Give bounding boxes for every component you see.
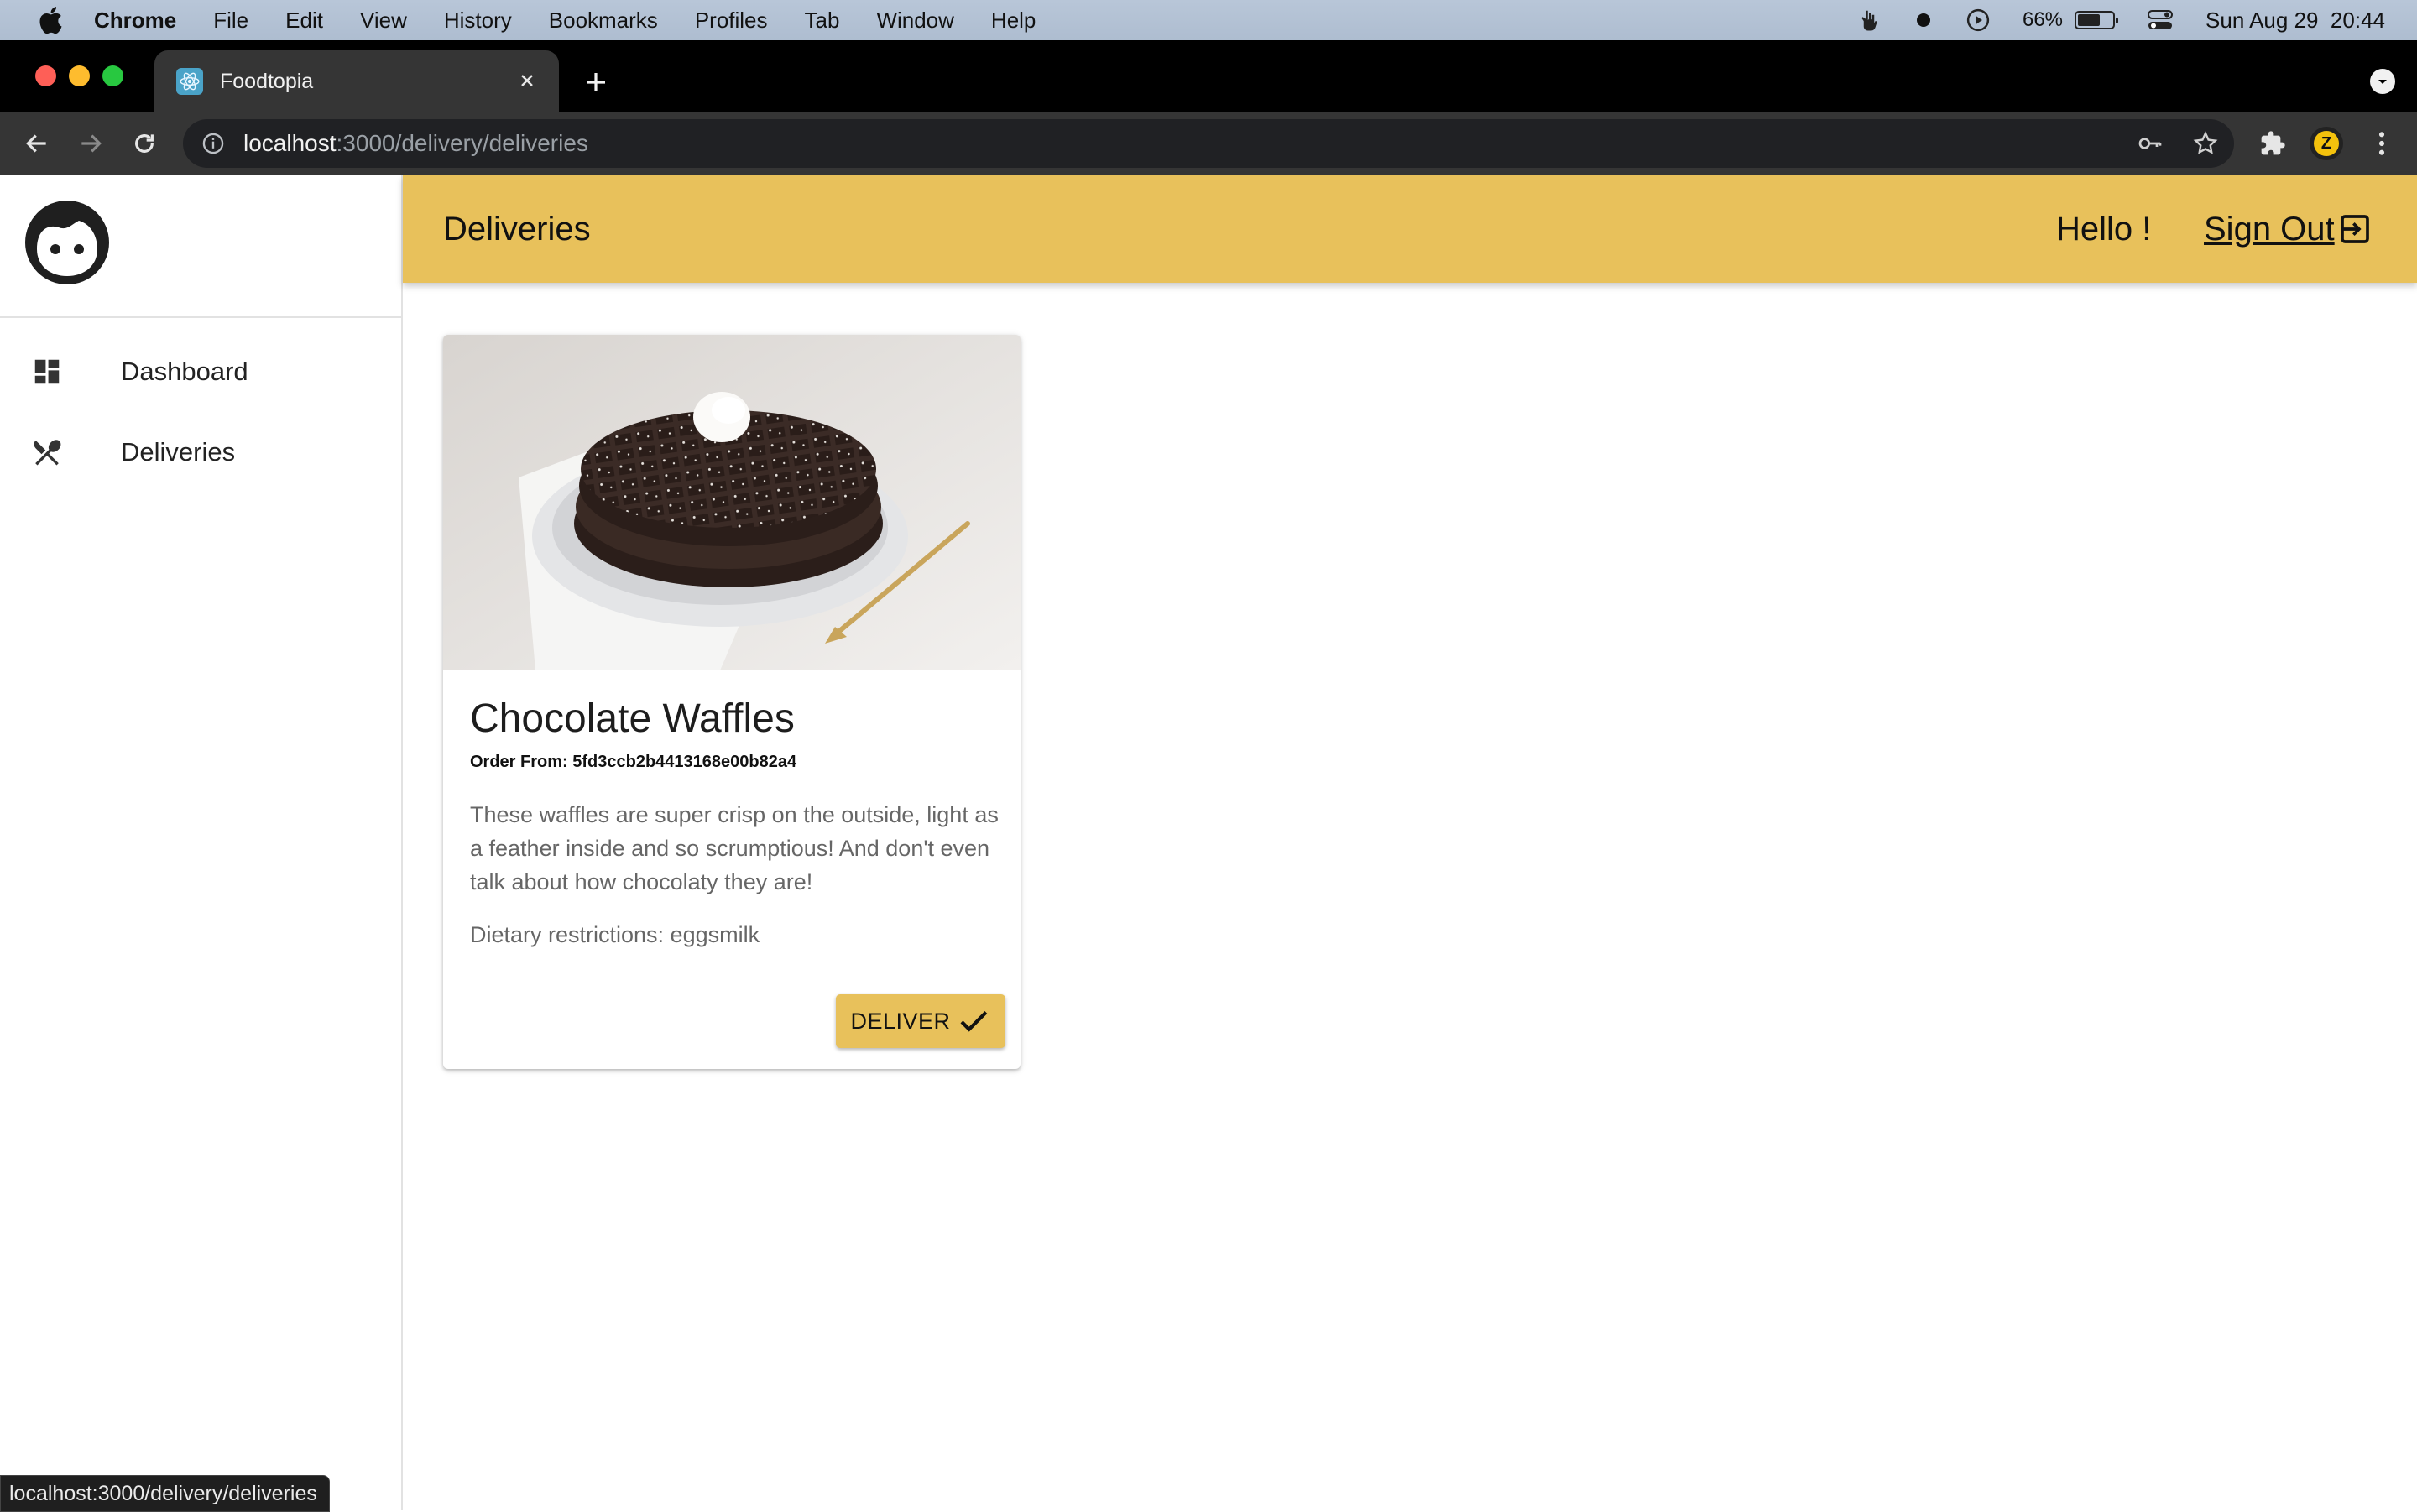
browser-tab-strip: Foodtopia — [0, 40, 2417, 112]
back-arrow-icon[interactable] — [20, 127, 54, 160]
order-from-text: Order From: 5fd3ccb2b4413168e00b82a4 — [470, 753, 797, 771]
extensions-puzzle-icon[interactable] — [2256, 127, 2289, 160]
exit-icon — [2340, 215, 2369, 243]
window-minimize-button[interactable] — [69, 65, 90, 86]
card-description: These waffles are super crisp on the out… — [470, 802, 999, 894]
window-close-button[interactable] — [35, 65, 56, 86]
delivery-card: Chocolate Waffles Order From: 5fd3ccb2b4… — [443, 335, 1021, 1069]
menu-profiles[interactable]: Profiles — [695, 8, 768, 34]
tab-search-icon[interactable] — [2370, 69, 2395, 94]
greeting-text: Hello ! — [2056, 210, 2152, 248]
app-header: Deliveries Hello ! Sign Out — [403, 175, 2417, 283]
sidebar: Dashboard Deliveries — [0, 175, 403, 1510]
card-title: Chocolate Waffles — [470, 696, 795, 741]
browser-tab-foodtopia[interactable]: Foodtopia — [154, 50, 559, 112]
foodtopia-logo-face-icon[interactable] — [23, 199, 111, 286]
profile-avatar[interactable]: Z — [2310, 127, 2343, 160]
url-host: localhost — [243, 130, 337, 156]
new-tab-icon[interactable] — [577, 64, 614, 101]
site-info-icon[interactable] — [201, 132, 225, 155]
menu-history[interactable]: History — [444, 8, 512, 34]
waffle-photo — [443, 335, 1021, 670]
tab-close-icon[interactable] — [514, 67, 540, 94]
menu-window[interactable]: Window — [876, 8, 953, 34]
macos-menu-bar: Chrome File Edit View History Bookmarks … — [0, 0, 2417, 40]
web-page: Dashboard Deliveries Deliveries Hello ! … — [0, 175, 2417, 1510]
menu-edit[interactable]: Edit — [285, 8, 323, 34]
fork-knife-icon — [29, 434, 65, 471]
sign-out-link[interactable]: Sign Out — [2204, 211, 2372, 248]
menu-app-name[interactable]: Chrome — [94, 8, 176, 34]
window-zoom-button[interactable] — [102, 65, 123, 86]
record-icon[interactable] — [1913, 10, 1934, 30]
page-title: Deliveries — [443, 210, 591, 248]
sign-out-label: Sign Out — [2204, 210, 2335, 248]
url-path: :3000/delivery/deliveries — [336, 130, 588, 156]
menu-tab[interactable]: Tab — [805, 8, 840, 34]
dashboard-icon — [29, 353, 65, 390]
deliver-button-label: DELIVER — [850, 1008, 951, 1034]
sidebar-item-deliveries[interactable]: Deliveries — [0, 412, 401, 493]
browser-toolbar: localhost :3000/delivery/deliveries Z — [0, 112, 2417, 175]
password-key-icon[interactable] — [2137, 130, 2164, 157]
menu-help[interactable]: Help — [991, 8, 1036, 34]
dietary-restrictions-text: Dietary restrictions: eggsmilk — [470, 922, 760, 947]
control-center-icon[interactable] — [2147, 8, 2174, 32]
menu-view[interactable]: View — [360, 8, 407, 34]
sidebar-item-label: Dashboard — [121, 357, 248, 386]
reload-icon[interactable] — [128, 127, 161, 160]
react-favicon-icon — [176, 68, 203, 95]
link-status-bar: localhost:3000/delivery/deliveries — [0, 1475, 330, 1512]
sidebar-item-label: Deliveries — [121, 437, 236, 467]
sidebar-item-dashboard[interactable]: Dashboard — [0, 331, 401, 412]
menubar-datetime[interactable]: Sun Aug 29 20:44 — [2206, 8, 2385, 34]
pointer-hand-icon[interactable] — [1856, 8, 1882, 33]
apple-icon[interactable] — [35, 3, 69, 37]
menubar-status-area: 66% Sun Aug 29 20:44 — [1856, 0, 2417, 40]
menu-file[interactable]: File — [213, 8, 248, 34]
address-bar[interactable]: localhost :3000/delivery/deliveries — [183, 119, 2234, 168]
play-icon[interactable] — [1965, 8, 1991, 33]
profile-initial: Z — [2314, 131, 2339, 156]
menu-bookmarks[interactable]: Bookmarks — [549, 8, 658, 34]
check-icon — [960, 1011, 987, 1032]
chrome-menu-icon[interactable] — [2365, 127, 2399, 160]
forward-arrow-icon[interactable] — [74, 127, 107, 160]
deliver-button[interactable]: DELIVER — [836, 994, 1005, 1048]
battery-percent: 66% — [2022, 8, 2064, 31]
tab-title: Foodtopia — [220, 69, 314, 93]
bookmark-star-icon[interactable] — [2192, 130, 2219, 157]
battery-icon[interactable] — [2075, 11, 2119, 29]
sidebar-divider — [0, 316, 401, 318]
